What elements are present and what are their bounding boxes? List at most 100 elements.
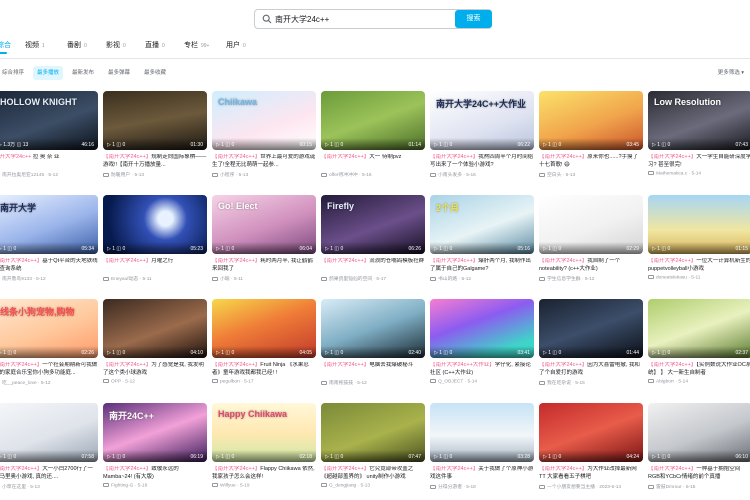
- video-title[interactable]: 【南开大学24c++】为了感觉是我, 我发明了这个类小球游戏: [103, 362, 207, 377]
- video-card[interactable]: HOLLOW KNIGHT ▷ 1.3万 ◫ 13 46:16 南开大学24c++ 拉…: [0, 91, 98, 178]
- video-title[interactable]: 【南开大学24c++】因为大喜雷电撤, 我和了个自爱打的游戏: [539, 362, 643, 377]
- video-uploader-meta[interactable]: 一个小朋友想要当主播 · 2023-5-14: [539, 483, 643, 490]
- video-thumbnail[interactable]: ▷ 1 ◫ 0 02:37: [648, 299, 750, 358]
- video-thumbnail[interactable]: ▷ 1 ◫ 0 04:05: [212, 299, 316, 358]
- video-title[interactable]: 【南开大学24c++大作业】学仔化, 紧接论社区 (C++大作业): [430, 362, 534, 377]
- video-card[interactable]: 南开24C++ ▷ 1 ◫ 0 06:19 【南开大学24c++】致敬永远的Mamba…: [103, 403, 207, 488]
- video-card[interactable]: ▷ 1 ◫ 0 03:41 【南开大学24c++大作业】学仔化, 紧接论社区 (C+…: [430, 299, 534, 384]
- video-card[interactable]: 2个月 ▷ 1 ◫ 0 05:16 【南开大学24c++】爆肝两个月, 我制作出了属于…: [430, 195, 534, 282]
- video-card[interactable]: ▷ 1 ◫ 0 04:10 【南开大学24c++】为了感觉是我, 我发明了这个类小球…: [103, 299, 207, 384]
- video-title[interactable]: 【南开大学24c++】爆肝两个月, 我制作出了属于自己的Galgame?: [430, 258, 534, 273]
- video-card[interactable]: ▷ 1 ◫ 0 01:44 【南开大学24c++】因为大喜雷电撤, 我和了个自爱打的…: [539, 299, 643, 386]
- video-thumbnail[interactable]: ▷ 1 ◫ 0 03:45: [539, 91, 643, 150]
- video-uploader-meta[interactable]: 南开拉奥尼亚12145 · 5-12: [0, 171, 98, 178]
- video-title[interactable]: 【南开大学24c++】为大作业改掉最新网TT 大家看看五子棋吧: [539, 466, 643, 481]
- video-title[interactable]: 【南开大学24c++】致敬永远的Mamba~24! (有大版): [103, 466, 207, 481]
- video-card[interactable]: ▷ 1 ◫ 0 04:05 【南开大学24c++】Fruit Ninja 《水果忍者…: [212, 299, 316, 384]
- video-title[interactable]: 【南开大学24c++】关于我做了个原神小游戏这件事: [430, 466, 534, 481]
- video-uploader-meta[interactable]: Wilfyue · 5-19: [212, 483, 316, 488]
- video-thumbnail[interactable]: ▷ 1 ◫ 0 07:47: [321, 403, 425, 462]
- video-card[interactable]: Go! Elect ▷ 1 ◫ 0 06:04 【南开大学24c++】耗时两月半, 我…: [212, 195, 316, 282]
- video-uploader-meta[interactable]: 空白头 · 5-13: [539, 171, 643, 178]
- video-title[interactable]: 【南开大学24c++】Fruit Ninja 《水果忍者》童年游戏我都我已经! …: [212, 362, 316, 377]
- video-card[interactable]: ▷ 1 ◫ 0 02:40 【南开大学24c++】电脑去我爆破秘斗南南拖鼓鼓 · 5…: [321, 299, 425, 386]
- video-card[interactable]: 南开大学24C++大作业 ▷ 1 ◫ 0 06:22 【南开大学24c++】我熬四周半…: [430, 91, 534, 178]
- video-thumbnail[interactable]: ▷ 1 ◫ 0 07:58: [0, 403, 98, 462]
- video-card[interactable]: ▷ 1 ◫ 0 01:14 【南开大学24c++】大一 待制pvz offer待冲冲冲…: [321, 91, 425, 178]
- video-card[interactable]: ▷ 1 ◫ 0 01:30 【南开大学24c++】规制走向国际象棋——游戏!!【南开…: [103, 91, 207, 178]
- more-filters-button[interactable]: 更多筛选 ▾: [718, 68, 744, 76]
- video-uploader-meta[interactable]: 雷鼓Dmrour · 5-15: [648, 483, 750, 490]
- filter-chip-0[interactable]: 综合排序: [0, 66, 28, 80]
- video-card[interactable]: ▷ 1 ◫ 0 04:24 【南开大学24c++】为大作业改掉最新网TT 大家看看五…: [539, 403, 643, 490]
- video-title[interactable]: 南开大学24c++ 拉 奥 奈 亚: [0, 154, 98, 169]
- video-thumbnail[interactable]: 南开大学24C++大作业 ▷ 1 ◫ 0 06:22: [430, 91, 534, 150]
- video-thumbnail[interactable]: 2个月 ▷ 1 ◫ 0 05:16: [430, 195, 534, 254]
- video-card[interactable]: ▷ 1 ◫ 0 02:29 【南开大学24c++】我自制了一个noteability…: [539, 195, 643, 282]
- video-uploader-meta[interactable]: pegulbon · 5-17: [212, 379, 316, 384]
- video-card[interactable]: 线条小狗宠物,购物 ▷ 1 ◫ 0 02:26 【南开大学24c++】一个社会期期新可…: [0, 299, 98, 386]
- video-title[interactable]: 【南开大学24c++】世界上最可爱的游戏诞生了!全程无比萌萌一起参...: [212, 154, 316, 169]
- tab-4[interactable]: 直播 0: [145, 40, 165, 50]
- search-button[interactable]: 搜索: [455, 10, 492, 28]
- video-title[interactable]: 【南开大学24c++】【实例数说大作业OC系统】 】 大一新生自制者: [648, 362, 750, 377]
- video-thumbnail[interactable]: ▷ 1 ◫ 0 01:14: [321, 91, 425, 150]
- video-thumbnail[interactable]: Go! Elect ▷ 1 ◫ 0 06:04: [212, 195, 316, 254]
- video-title[interactable]: 【南开大学24c++】它究竟部带攻盖之 《超越部盖界的》 unity制作小游戏: [321, 466, 425, 481]
- video-uploader-meta[interactable]: Eneyauf动态 · 5-11: [103, 275, 207, 282]
- video-thumbnail[interactable]: Chiikawa ▷ 1 ◫ 0 00:15: [212, 91, 316, 150]
- tab-1[interactable]: 视频 1: [25, 40, 45, 50]
- video-card[interactable]: ▷ 1 ◫ 0 07:58 【南开大学24c++】大一小白2700行了一个马里奥小游…: [0, 403, 98, 490]
- tab-0[interactable]: 综合: [0, 40, 14, 54]
- video-title[interactable]: 【南开大学24c++】规制走向国际象棋——游戏!!【南开十万播放量...: [103, 154, 207, 169]
- video-uploader-meta[interactable]: 学生信息学生群 · 5-12: [539, 275, 643, 282]
- video-card[interactable]: ▷ 1 ◫ 0 02:37 【南开大学24c++】【实例数说大作业OC系统】 】 大…: [648, 299, 750, 384]
- video-card[interactable]: ▷ 1 ◫ 0 06:10 【南开大学24c++】一种基于拥抱空间RGB和YCbCr…: [648, 403, 750, 490]
- tab-6[interactable]: 用户 0: [226, 40, 246, 50]
- video-title[interactable]: 【南开大学24c++】我自制了一个noteability? (c++大作业): [539, 258, 643, 273]
- video-uploader-meta[interactable]: offer待冲冲冲 · 5-16: [321, 171, 425, 178]
- video-thumbnail[interactable]: ▷ 1 ◫ 0 02:40: [321, 299, 425, 358]
- video-title[interactable]: 【南开大学24c++】大一学生自能研深度学习? 甚至很完!: [648, 154, 750, 169]
- video-card[interactable]: Firefly ▷ 1 ◫ 0 06:26 【南开大学24c++】流浪的苍嘴鸽模板社群…: [321, 195, 425, 282]
- filter-chip-3[interactable]: 最多弹幕: [104, 66, 134, 80]
- video-uploader-meta[interactable]: 南南拖鼓鼓 · 5-12: [321, 379, 425, 386]
- video-title[interactable]: 【南开大学24c++】Flappy Chiikawa 依然, 我家孩子怎么会这样…: [212, 466, 316, 481]
- video-thumbnail[interactable]: Happy Chiikawa ▷ 1 ◫ 0 02:18: [212, 403, 316, 462]
- video-title[interactable]: 【南开大学24c++】原来你也......?手摸了十七首歌! 😄: [539, 154, 643, 169]
- video-thumbnail[interactable]: Low Resolution ▷ 1 ◫ 0 07:43: [648, 91, 750, 150]
- video-thumbnail[interactable]: ▷ 1 ◫ 0 05:23: [103, 195, 207, 254]
- video-title[interactable]: 【南开大学24c++】基于Qt平台的天地铁线路查询系统: [0, 258, 98, 273]
- video-thumbnail[interactable]: ▷ 1 ◫ 0 06:10: [648, 403, 750, 462]
- video-uploader-meta[interactable]: 吃__peace_love · 5-12: [0, 379, 98, 386]
- video-uploader-meta[interactable]: 小草在这里 · 5-13: [0, 483, 98, 490]
- video-uploader-meta[interactable]: Mathematica.c · 5-14: [648, 171, 750, 176]
- video-card[interactable]: Chiikawa ▷ 1 ◫ 0 00:15 【南开大学24c++】世界上最可爱的游戏…: [212, 91, 316, 178]
- video-title[interactable]: 【南开大学24c++】电脑去我爆破秘斗: [321, 362, 425, 377]
- video-title[interactable]: 【南开大学24c++】一位大一计算机新生的puppetvolleyball小游戏: [648, 258, 750, 273]
- video-card[interactable]: ▷ 1 ◫ 0 03:45 【南开大学24c++】原来你也......?手摸了十七首…: [539, 91, 643, 178]
- filter-chip-1[interactable]: 最多播放: [33, 66, 64, 80]
- video-uploader-meta[interactable]: 书山的路 · 5-12: [430, 275, 534, 282]
- video-uploader-meta[interactable]: 鸽果鸽里铠仙的空间 · 5-17: [321, 275, 425, 282]
- video-uploader-meta[interactable]: Abigborr · 5-14: [648, 379, 750, 384]
- video-uploader-meta[interactable]: OPP · 5-12: [103, 379, 207, 384]
- video-thumbnail[interactable]: ▷ 1 ◫ 0 02:29: [539, 195, 643, 254]
- tab-3[interactable]: 影视 0: [106, 40, 126, 50]
- video-thumbnail[interactable]: HOLLOW KNIGHT ▷ 1.3万 ◫ 13 46:16: [0, 91, 98, 150]
- video-title[interactable]: 【南开大学24c++】一种基于拥抱空间RGB和YCbCr情绪的前个真播: [648, 466, 750, 481]
- video-thumbnail[interactable]: ▷ 1 ◫ 0 04:10: [103, 299, 207, 358]
- search-input[interactable]: [275, 11, 425, 27]
- video-card[interactable]: ▷ 1 ◫ 0 01:15 【南开大学24c++】一位大一计算机新生的puppetv…: [648, 195, 750, 280]
- video-title[interactable]: 【南开大学24c++】大一小白2700行了一个马里奥小游戏, 真的还....: [0, 466, 98, 481]
- video-thumbnail[interactable]: ▷ 1 ◫ 0 01:30: [103, 91, 207, 150]
- video-uploader-meta[interactable]: doneatsletiasu · 5-11: [648, 275, 750, 280]
- video-thumbnail[interactable]: ▷ 1 ◫ 0 03:28: [430, 403, 534, 462]
- video-uploader-meta[interactable]: 分得分游者 · 5-18: [430, 483, 534, 490]
- video-thumbnail[interactable]: Firefly ▷ 1 ◫ 0 06:26: [321, 195, 425, 254]
- video-uploader-meta[interactable]: Fighting-G · 5-18: [103, 483, 207, 488]
- video-card[interactable]: ▷ 1 ◫ 0 03:28 【南开大学24c++】关于我做了个原神小游戏这件事分得分…: [430, 403, 534, 490]
- video-uploader-meta[interactable]: 南开鲁鸟9133 · 5-12: [0, 275, 98, 282]
- video-title[interactable]: 【南开大学24c++】一个社会期期新可我做做的家庭合乐宝你小狗多功能庭...: [0, 362, 98, 377]
- tab-2[interactable]: 番剧 0: [67, 40, 87, 50]
